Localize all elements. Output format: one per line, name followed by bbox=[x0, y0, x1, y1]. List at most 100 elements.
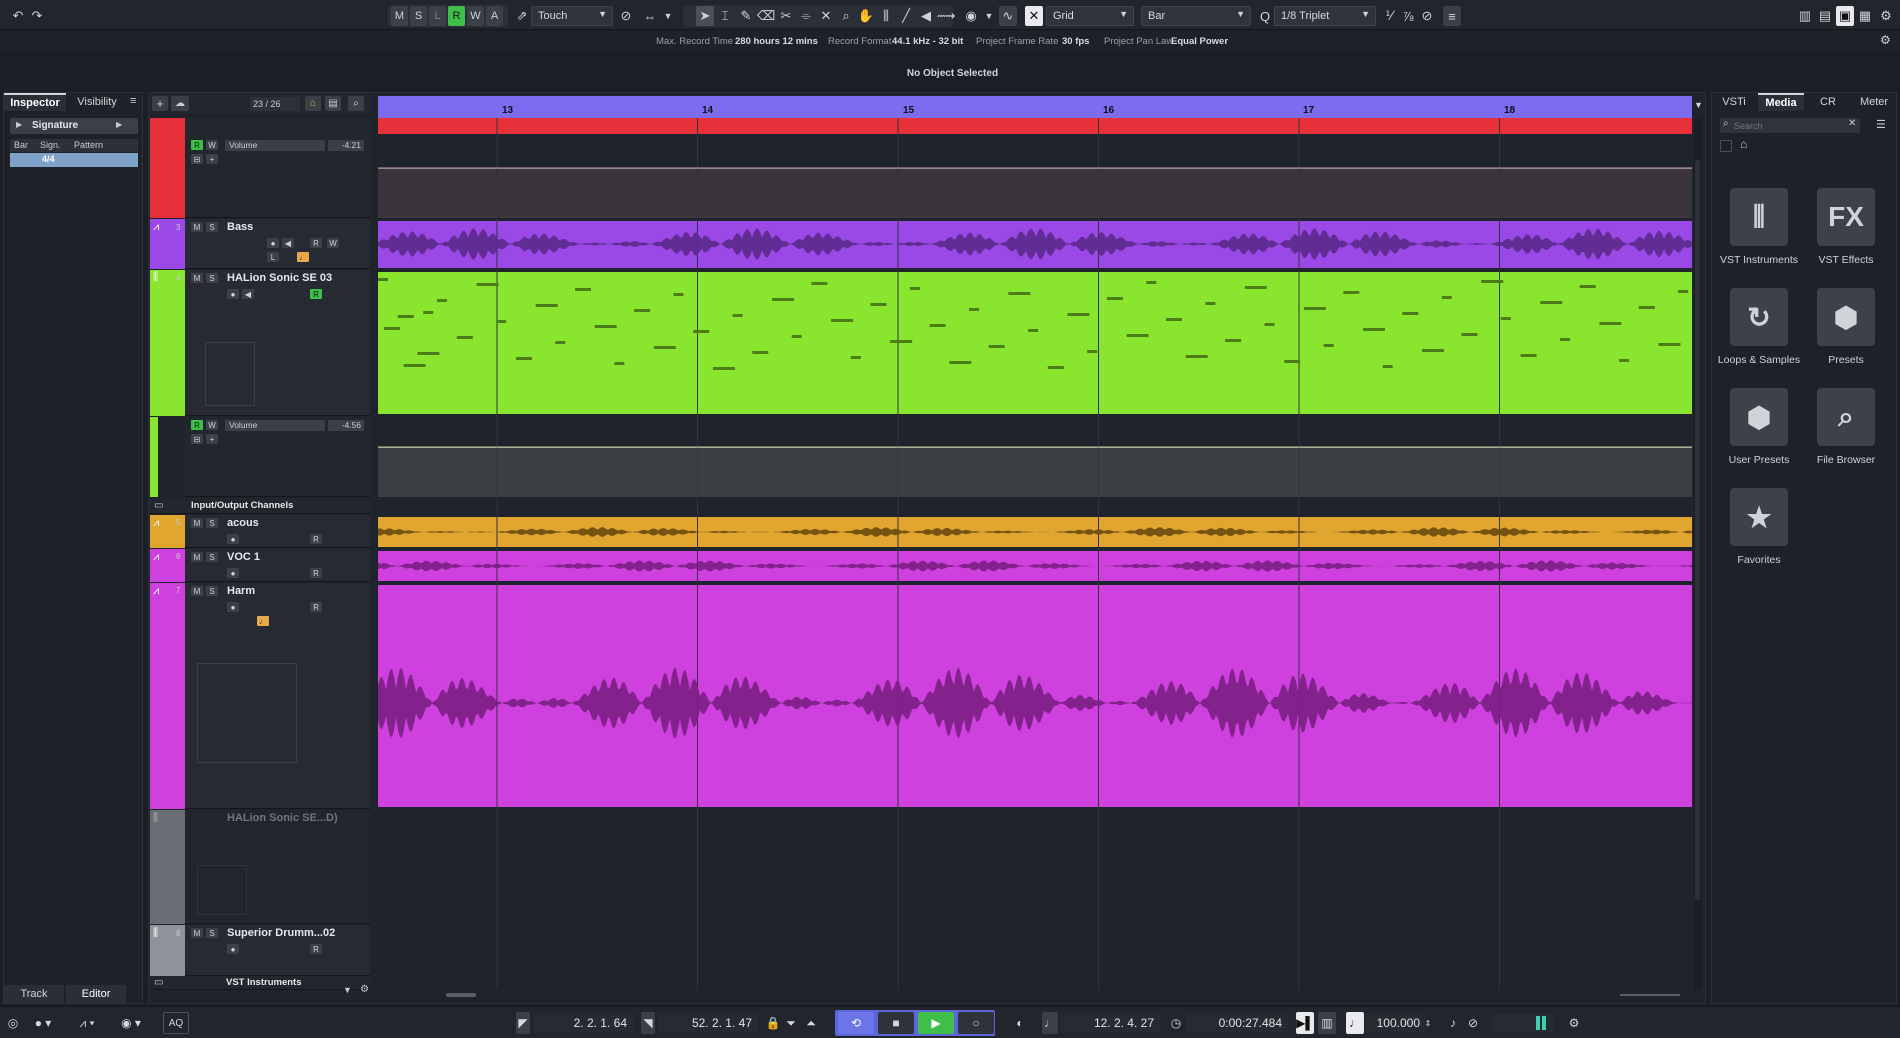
track-name[interactable]: Harm bbox=[227, 585, 255, 597]
add-track-icon[interactable]: + bbox=[152, 96, 168, 111]
clear-search-icon[interactable]: ✕ bbox=[1848, 118, 1856, 129]
mute-tool-icon[interactable]: ✕ bbox=[817, 6, 835, 26]
record-enable-button[interactable]: ● bbox=[227, 289, 239, 299]
monitor-button[interactable]: ◀ bbox=[242, 289, 254, 299]
read-button[interactable]: R bbox=[191, 140, 203, 150]
lock-button[interactable]: L bbox=[267, 252, 279, 262]
mute-button[interactable]: M bbox=[191, 222, 203, 232]
primary-position-display[interactable]: 12. 2. 4. 27 bbox=[1060, 1013, 1160, 1033]
quantize-reset-icon[interactable]: ⊘ bbox=[1418, 6, 1436, 26]
solo-button[interactable]: S bbox=[206, 586, 218, 596]
nudge-dropdown-icon[interactable]: ▼ bbox=[659, 6, 677, 26]
sync-icon[interactable]: ♪ bbox=[1444, 1012, 1462, 1034]
object-select-tool-icon[interactable]: ➤ bbox=[696, 6, 714, 26]
show-right-zone-icon[interactable]: ▣ bbox=[1836, 6, 1854, 26]
read-automation-button[interactable]: R bbox=[448, 6, 465, 26]
tempo-track-icon[interactable]: ▶▌ bbox=[1296, 1012, 1314, 1034]
audio-record-mode-icon[interactable]: ⩘ ▾ bbox=[72, 1012, 102, 1034]
snap-toggle-icon[interactable]: ✕ bbox=[1025, 6, 1043, 26]
tab-editor[interactable]: Editor bbox=[66, 985, 126, 1003]
tab-cr[interactable]: CR bbox=[1806, 93, 1850, 111]
show-lanes-button[interactable]: ⊟ bbox=[191, 434, 203, 444]
automation-mode-select[interactable]: Touch ▼ bbox=[531, 6, 613, 26]
track-name[interactable]: Bass bbox=[227, 221, 253, 233]
ruler[interactable] bbox=[378, 96, 1692, 118]
record-enable-button[interactable]: ● bbox=[227, 602, 239, 612]
horizontal-scroll-thumb[interactable] bbox=[446, 993, 476, 997]
split-tool-icon[interactable]: ✂ bbox=[777, 6, 795, 26]
user-presets-tile[interactable]: ⬢ bbox=[1730, 388, 1788, 446]
track-list-menu-icon[interactable]: ▤ bbox=[325, 96, 341, 111]
lock-icon[interactable]: 🔒 bbox=[766, 1012, 781, 1034]
record-enable-button[interactable]: ● bbox=[227, 944, 239, 954]
undo-icon[interactable]: ↶ bbox=[9, 6, 27, 26]
status-settings-icon[interactable]: ⚙ bbox=[1880, 33, 1891, 47]
redo-icon[interactable]: ↷ bbox=[28, 6, 46, 26]
read-button[interactable]: R bbox=[310, 289, 322, 299]
line-tool-icon[interactable]: ╱ bbox=[897, 6, 915, 26]
add-lane-button[interactable]: + bbox=[206, 154, 218, 164]
ruler-menu-icon[interactable]: ▼ bbox=[1694, 100, 1703, 110]
tempo-stepper-icon[interactable]: ⇕ bbox=[1422, 1012, 1434, 1034]
solo-all-button[interactable]: S bbox=[410, 6, 427, 26]
track-name[interactable]: Superior Drumm...02 bbox=[227, 927, 335, 939]
vst-instruments-tile[interactable]: ⫼ bbox=[1730, 188, 1788, 246]
tab-track[interactable]: Track bbox=[4, 985, 64, 1003]
range-tool-icon[interactable]: ⌶ bbox=[716, 6, 734, 26]
write-automation-button[interactable]: W bbox=[467, 6, 484, 26]
punch-mode-icon[interactable]: ◉ ▾ bbox=[116, 1012, 146, 1034]
mute-button[interactable]: M bbox=[191, 552, 203, 562]
presets-tile[interactable]: ⬢ bbox=[1817, 288, 1875, 346]
track-search-icon[interactable]: ⌕ bbox=[348, 96, 364, 111]
musical-mode-button[interactable]: ♩ bbox=[257, 616, 269, 626]
track-acous[interactable]: M S acous ● R bbox=[185, 515, 370, 548]
mute-button[interactable]: M bbox=[191, 928, 203, 938]
automation-value[interactable]: -4.56 bbox=[328, 420, 364, 431]
track-name[interactable]: HALion Sonic SE...D) bbox=[227, 812, 338, 824]
grid-type-select[interactable]: Bar ▼ bbox=[1141, 6, 1251, 26]
cycle-button[interactable]: ⟲ bbox=[838, 1012, 874, 1034]
mute-button[interactable]: M bbox=[191, 518, 203, 528]
hand-tool-icon[interactable]: ✋ bbox=[857, 6, 875, 26]
automation-value[interactable]: -4.21 bbox=[328, 140, 364, 151]
auto-scroll-icon[interactable]: ∿ bbox=[999, 6, 1017, 26]
aq-button[interactable]: AQ bbox=[163, 1012, 189, 1034]
speaker-tool-icon[interactable]: ◀ bbox=[917, 6, 935, 26]
tab-media[interactable]: Media bbox=[1758, 93, 1804, 111]
constrain-delay-icon[interactable]: ◎ bbox=[4, 1012, 22, 1034]
record-enable-button[interactable]: ● bbox=[267, 238, 279, 248]
solo-button[interactable]: S bbox=[206, 552, 218, 562]
media-list-view-icon[interactable]: ☰ bbox=[1876, 118, 1886, 131]
show-lanes-button[interactable]: ⊟ bbox=[191, 154, 203, 164]
time-warp-icon[interactable]: ⊘ bbox=[1464, 1012, 1482, 1034]
track-halion-disabled[interactable]: HALion Sonic SE...D) bbox=[185, 810, 370, 924]
track-name[interactable]: Input/Output Channels bbox=[191, 500, 293, 511]
show-rack-icon[interactable]: ▦ bbox=[1856, 6, 1874, 26]
write-button[interactable]: W bbox=[206, 420, 218, 430]
left-locator-display[interactable]: 2. 2. 1. 64 bbox=[533, 1013, 633, 1033]
track-halion-automation[interactable]: R W Volume -4.56 ⊟ + bbox=[185, 417, 370, 497]
track-halion[interactable]: M S HALion Sonic SE 03 ● ◀ R bbox=[185, 270, 370, 416]
track-name[interactable]: VOC 1 bbox=[227, 551, 260, 563]
track-list-zoom-icon[interactable]: ▼ bbox=[343, 985, 352, 995]
toolbar-settings-icon[interactable]: ⚙ bbox=[1877, 6, 1895, 26]
tab-meter[interactable]: Meter bbox=[1852, 93, 1896, 111]
musical-mode-button[interactable]: ♩ bbox=[297, 252, 309, 262]
media-back-icon[interactable] bbox=[1720, 140, 1732, 152]
signature-section[interactable]: ▶ Signature ▶ bbox=[10, 118, 138, 134]
automation-param[interactable]: Volume bbox=[225, 420, 325, 431]
quantize-select[interactable]: 1/8 Triplet ▼ bbox=[1274, 6, 1376, 26]
listen-button[interactable]: L bbox=[429, 6, 446, 26]
track-list-settings-icon[interactable]: ⚙ bbox=[360, 984, 369, 995]
track-io-folder[interactable]: ▭ Input/Output Channels bbox=[150, 498, 370, 514]
favorites-tile[interactable]: ★ bbox=[1730, 488, 1788, 546]
tempo-display[interactable]: 100.000 bbox=[1366, 1013, 1426, 1033]
track-bass[interactable]: M S Bass ● ◀ R W L ♩ bbox=[185, 219, 370, 269]
record-mode-icon[interactable]: ● ▾ bbox=[28, 1012, 58, 1034]
track-name[interactable]: VST Instruments bbox=[226, 977, 302, 988]
secondary-time-format-icon[interactable]: ◷ bbox=[1168, 1012, 1184, 1034]
add-lane-button[interactable]: + bbox=[206, 434, 218, 444]
sig-row[interactable] bbox=[10, 153, 138, 167]
vst-effects-tile[interactable]: FX bbox=[1817, 188, 1875, 246]
automation-panel-button[interactable]: A bbox=[486, 6, 503, 26]
